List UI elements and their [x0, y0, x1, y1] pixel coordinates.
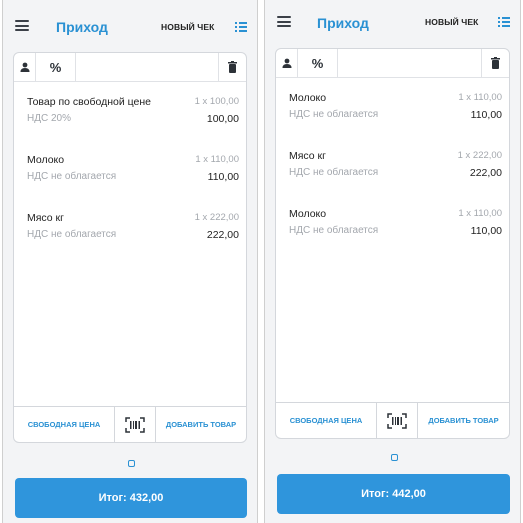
list-item[interactable]: Молоко 1 x 110,00 НДС не облагается 110,…: [276, 205, 509, 263]
list-item[interactable]: Молоко 1 x 110,00 НДС не облагается 110,…: [276, 89, 509, 147]
list-item[interactable]: Мясо кг 1 x 222,00 НДС не облагается 222…: [276, 147, 509, 205]
percent-icon: %: [311, 55, 324, 71]
barcode-icon: [125, 416, 145, 433]
item-qty: 1 x 222,00: [194, 212, 239, 223]
scan-button[interactable]: [114, 407, 156, 442]
item-qty: 1 x 110,00: [195, 154, 239, 165]
page-title: Приход: [317, 15, 369, 31]
action-bar: СВОБОДНАЯ ЦЕНА ДОБАВИТЬ ТОВАР: [276, 402, 509, 438]
item-name: Молоко: [27, 154, 65, 166]
percent-icon: %: [49, 59, 62, 75]
customer-button[interactable]: [14, 53, 36, 81]
item-qty: 1 x 222,00: [457, 150, 502, 161]
item-tax: НДС 20%: [27, 113, 72, 124]
add-item-button[interactable]: ДОБАВИТЬ ТОВАР: [418, 403, 509, 438]
item-sum: 100,00: [206, 113, 239, 125]
list-item[interactable]: Молоко 1 x 110,00 НДС не облагается 110,…: [14, 151, 246, 209]
discount-button[interactable]: %: [36, 53, 76, 81]
list-item[interactable]: Мясо кг 1 x 222,00 НДС не облагается 222…: [14, 209, 246, 267]
item-tax: НДС не облагается: [289, 109, 379, 120]
page-indicator: [128, 460, 135, 467]
receipt-toolbar: %: [14, 53, 246, 82]
item-name: Товар по свободной цене: [27, 96, 152, 108]
item-qty: 1 x 110,00: [458, 208, 502, 219]
top-bar: Приход НОВЫЙ ЧЕК: [265, 0, 520, 40]
receipt-toolbar: %: [276, 49, 509, 78]
item-sum: 110,00: [207, 171, 239, 183]
new-check-button[interactable]: НОВЫЙ ЧЕК: [161, 22, 214, 32]
barcode-icon: [387, 412, 407, 429]
item-tax: НДС не облагается: [27, 229, 117, 240]
item-sum: 110,00: [470, 109, 502, 121]
new-check-button[interactable]: НОВЫЙ ЧЕК: [425, 17, 478, 27]
menu-icon[interactable]: [15, 20, 29, 31]
item-name: Мясо кг: [27, 212, 64, 224]
discount-button[interactable]: %: [298, 49, 338, 77]
item-name: Молоко: [289, 208, 327, 220]
list-icon[interactable]: [235, 22, 247, 32]
page-title: Приход: [56, 19, 108, 35]
item-qty: 1 x 100,00: [194, 96, 239, 107]
free-price-button[interactable]: СВОБОДНАЯ ЦЕНА: [276, 403, 376, 438]
menu-icon[interactable]: [277, 16, 291, 27]
scan-button[interactable]: [376, 403, 418, 438]
trash-icon: [228, 61, 237, 73]
user-icon: [20, 62, 29, 72]
item-name: Мясо кг: [289, 150, 326, 162]
clear-button[interactable]: [218, 53, 246, 81]
receipt-card: % Молоко 1 x 110,00 НДС не облагается 11…: [275, 48, 510, 439]
item-list: Товар по свободной цене 1 x 100,00 НДС 2…: [14, 93, 246, 267]
item-sum: 222,00: [206, 229, 239, 241]
receipt-card: % Товар по свободной цене 1 x 100,00 НДС…: [13, 52, 247, 443]
trash-icon: [491, 57, 500, 69]
customer-button[interactable]: [276, 49, 298, 77]
item-tax: НДС не облагается: [289, 225, 379, 236]
page-indicator: [391, 454, 398, 461]
item-qty: 1 x 110,00: [458, 92, 502, 103]
total-button[interactable]: Итог: 432,00: [15, 478, 247, 518]
top-bar: Приход НОВЫЙ ЧЕК: [3, 0, 257, 40]
item-name: Молоко: [289, 92, 327, 104]
item-sum: 110,00: [470, 225, 502, 237]
screen-right: Приход НОВЫЙ ЧЕК % Молоко 1 x 110,00 НДС…: [264, 0, 521, 523]
item-tax: НДС не облагается: [289, 167, 379, 178]
action-bar: СВОБОДНАЯ ЦЕНА ДОБАВИТЬ ТОВАР: [14, 406, 246, 442]
free-price-button[interactable]: СВОБОДНАЯ ЦЕНА: [14, 407, 114, 442]
add-item-button[interactable]: ДОБАВИТЬ ТОВАР: [156, 407, 246, 442]
user-icon: [282, 58, 291, 68]
item-list: Молоко 1 x 110,00 НДС не облагается 110,…: [276, 89, 509, 263]
clear-button[interactable]: [481, 49, 509, 77]
item-tax: НДС не облагается: [27, 171, 117, 182]
item-sum: 222,00: [469, 167, 502, 179]
screen-left: Приход НОВЫЙ ЧЕК % Товар по свободной це…: [2, 0, 258, 523]
total-button[interactable]: Итог: 442,00: [277, 474, 510, 514]
list-icon[interactable]: [498, 17, 510, 27]
list-item[interactable]: Товар по свободной цене 1 x 100,00 НДС 2…: [14, 93, 246, 151]
